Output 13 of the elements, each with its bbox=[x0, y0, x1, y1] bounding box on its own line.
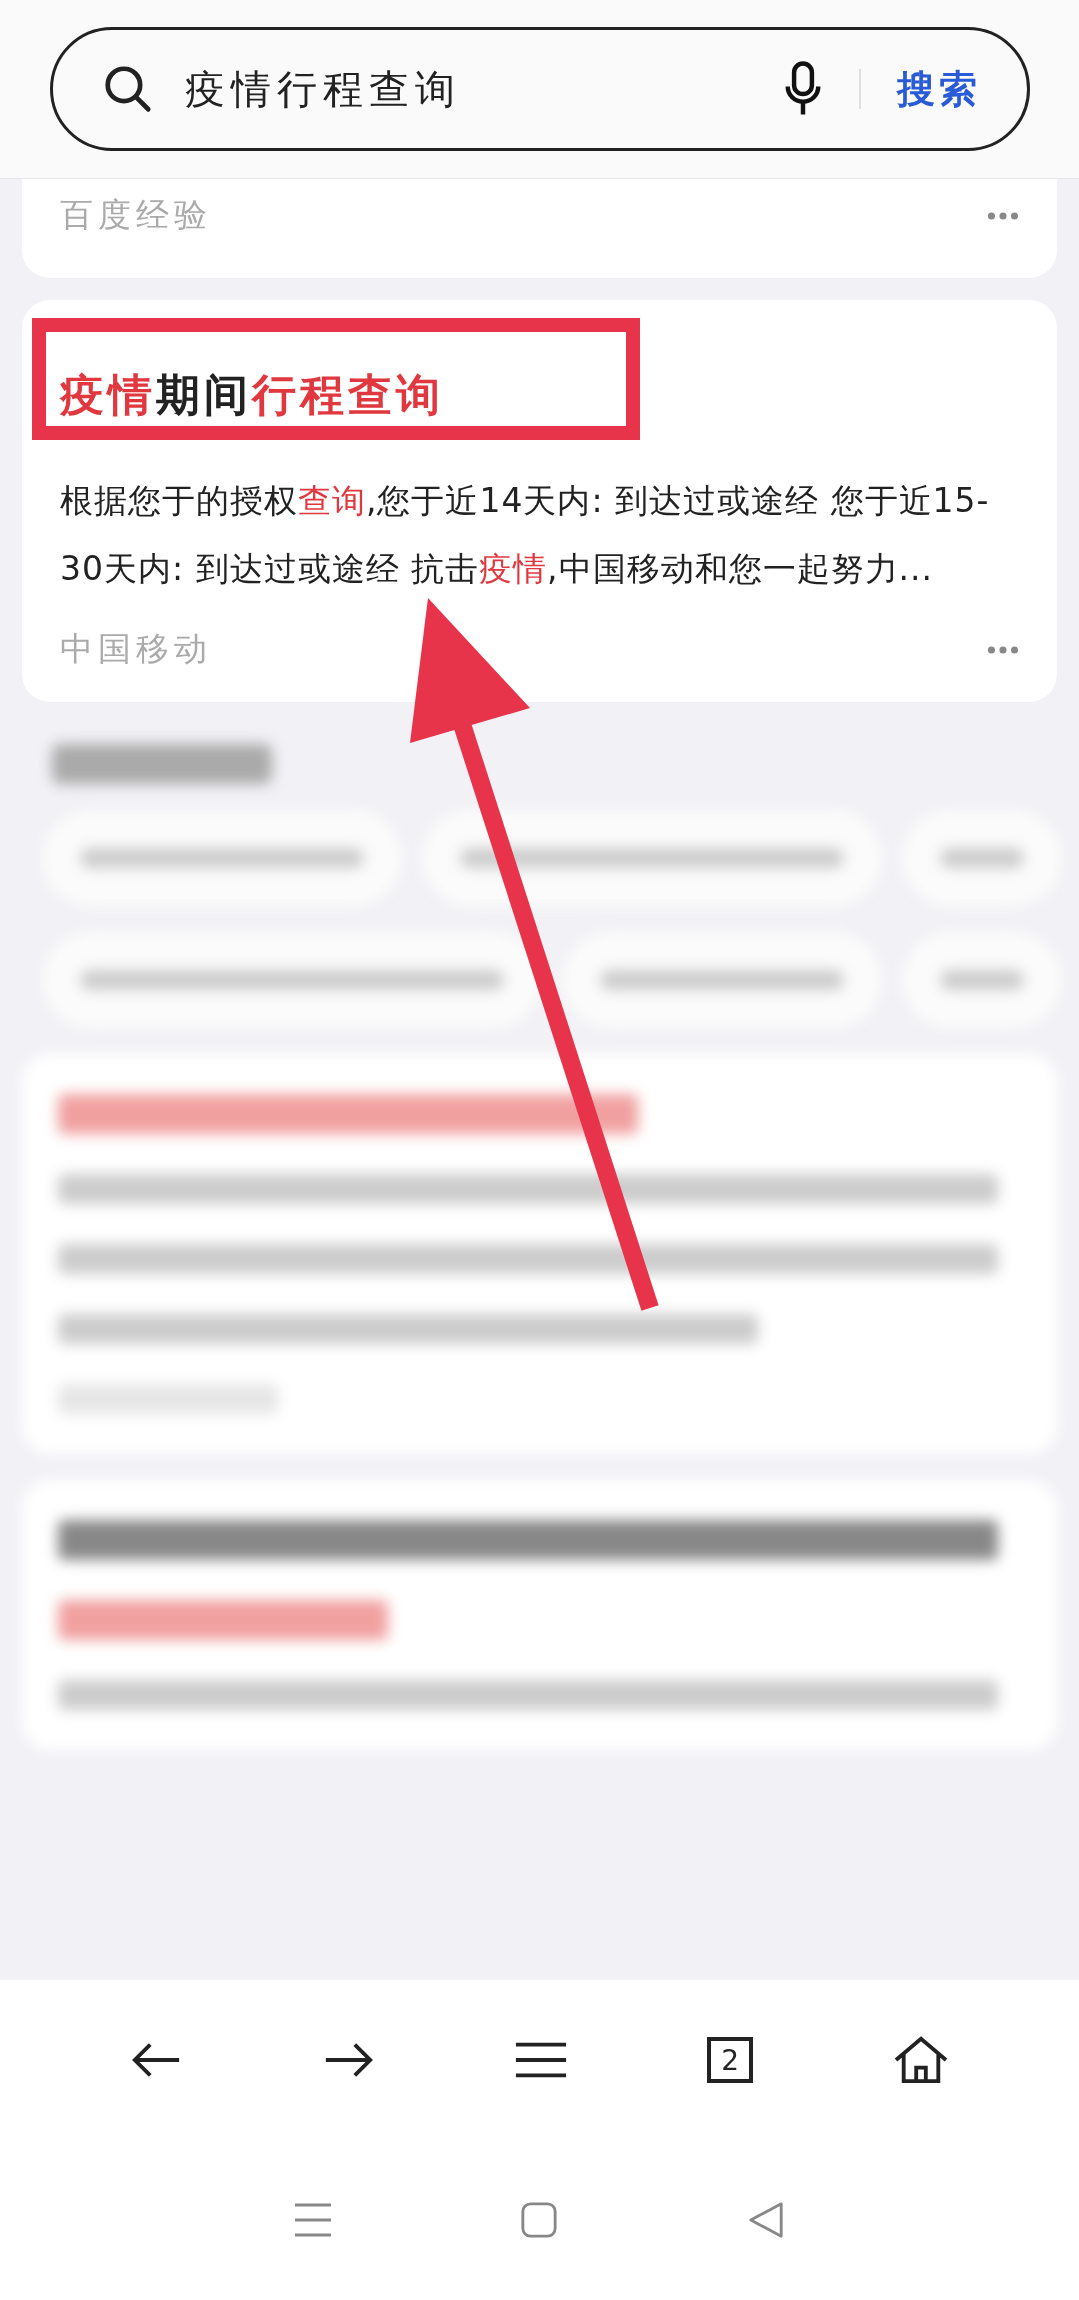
result-source: 中国移动 bbox=[60, 628, 212, 670]
search-field[interactable]: 疫情行程查询 搜索 bbox=[49, 27, 1030, 151]
more-icon[interactable] bbox=[987, 644, 1019, 655]
more-icon[interactable] bbox=[987, 210, 1019, 221]
recent-apps-icon[interactable] bbox=[293, 2201, 334, 2239]
tab-count-button[interactable]: 2 bbox=[707, 2037, 754, 2083]
result-snippet: 根据您于的授权查询,您于近14天内: 到达过或途经 您于近15-30天内: 到达过或途经 抗击疫情,中国移动和您一起努力... bbox=[60, 480, 991, 590]
result-title[interactable]: 疫情期间行程查询 bbox=[60, 366, 1019, 425]
result-source: 百度经验 bbox=[60, 194, 212, 236]
search-button[interactable]: 搜索 bbox=[896, 63, 981, 115]
menu-icon[interactable] bbox=[514, 2040, 569, 2080]
home-button-icon[interactable] bbox=[519, 2201, 560, 2239]
search-query: 疫情行程查询 bbox=[184, 64, 462, 114]
